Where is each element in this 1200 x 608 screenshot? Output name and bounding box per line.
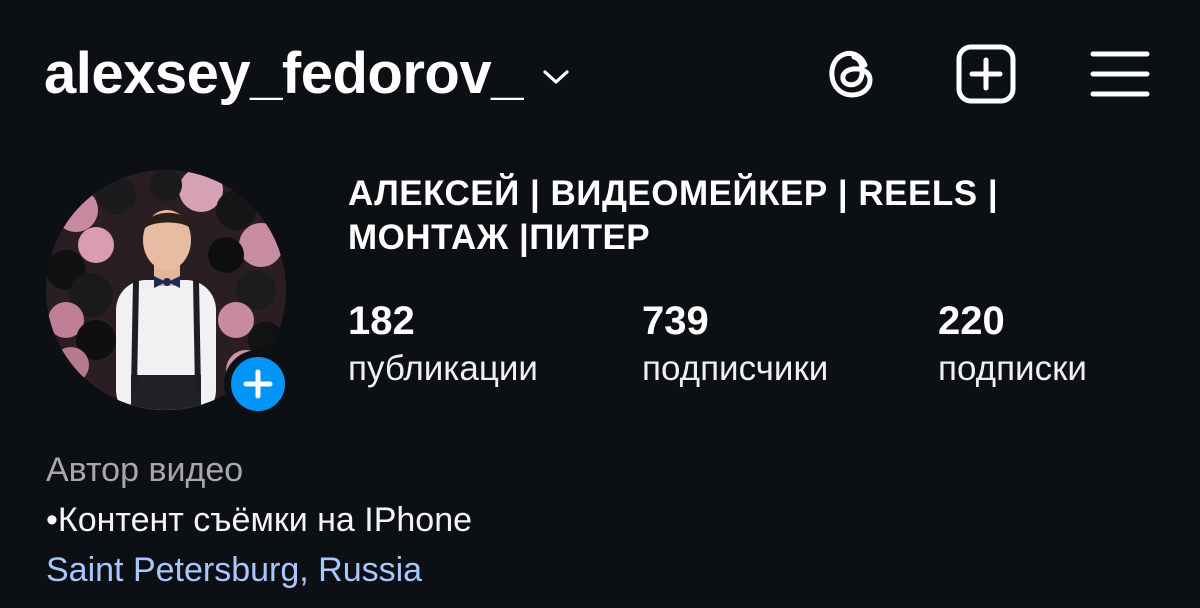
- username: alexsey_fedorov_: [44, 41, 523, 106]
- stat-followers-label: подписчики: [642, 349, 829, 388]
- stat-posts-label: публикации: [348, 349, 538, 388]
- stat-posts[interactable]: 182 публикации: [348, 298, 538, 392]
- stat-posts-count: 182: [348, 299, 415, 343]
- menu-icon[interactable]: [1088, 42, 1152, 106]
- chevron-down-icon: [543, 70, 569, 84]
- stat-followers-count: 739: [642, 299, 709, 343]
- avatar-container: [46, 170, 292, 418]
- profile-header: alexsey_fedorov_: [44, 38, 1160, 110]
- stat-following-count: 220: [938, 299, 1005, 343]
- stat-following-label: подписки: [938, 349, 1087, 388]
- create-post-icon[interactable]: [954, 42, 1018, 106]
- profile-category: Автор видео: [46, 451, 244, 489]
- profile-screen: alexsey_fedorov_ АЛЕКСЕЙ | ВИДЕОМЕЙКЕР |…: [0, 0, 1200, 608]
- account-switcher[interactable]: alexsey_fedorov_: [44, 38, 571, 110]
- profile-location-link[interactable]: Saint Petersburg, Russia: [46, 548, 422, 592]
- stat-following[interactable]: 220 подписки: [938, 298, 1087, 392]
- add-story-button[interactable]: [224, 350, 292, 418]
- profile-full-name: АЛЕКСЕЙ | ВИДЕОМЕЙКЕР | REELS | МОНТАЖ |…: [348, 174, 999, 257]
- stat-followers[interactable]: 739 подписчики: [642, 298, 828, 392]
- plus-icon: [243, 369, 273, 399]
- profile-bio: •Контент съёмки на IPhone: [46, 501, 473, 539]
- threads-icon[interactable]: [820, 42, 884, 106]
